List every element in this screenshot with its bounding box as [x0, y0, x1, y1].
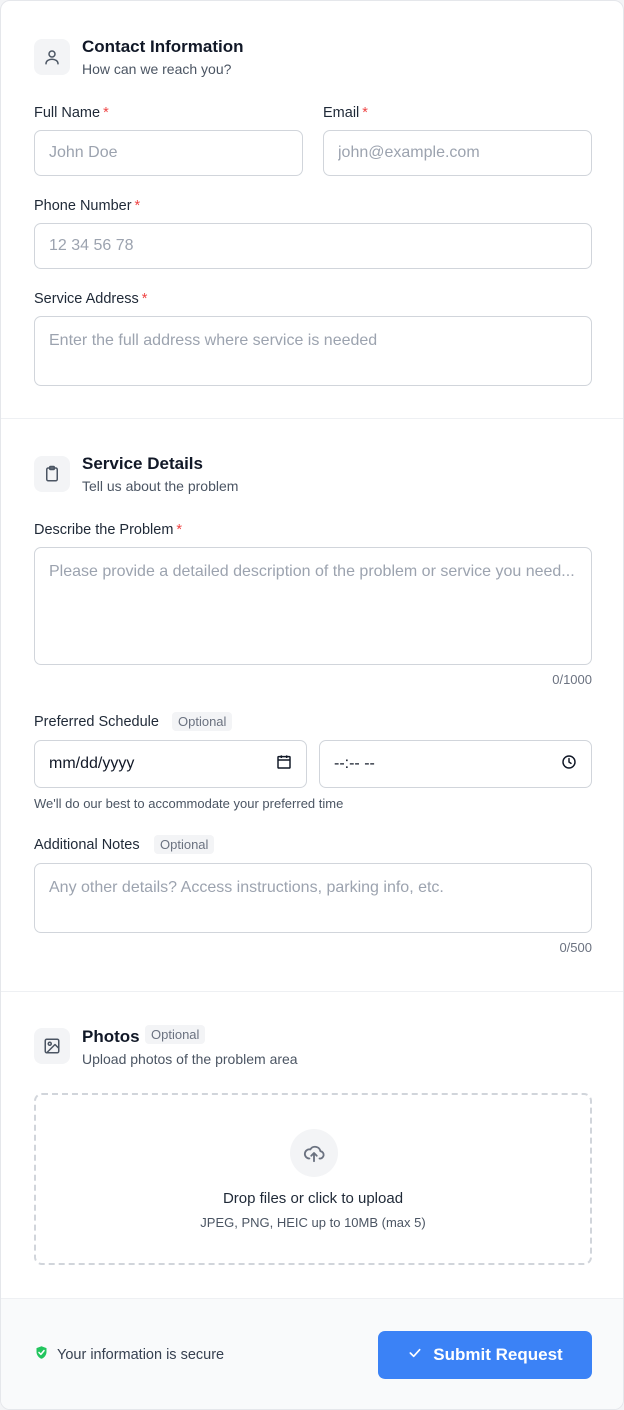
submit-request-button[interactable]: Submit Request	[378, 1331, 592, 1379]
problem-label: Describe the Problem *	[34, 522, 183, 538]
section-divider	[1, 991, 623, 992]
full-name-input[interactable]	[34, 130, 303, 176]
photos-section-title: Photos	[82, 1027, 140, 1046]
email-label: Email *	[323, 105, 368, 121]
full-name-label: Full Name *	[34, 105, 109, 121]
notes-textarea[interactable]	[34, 863, 592, 933]
service-section-title: Service Details	[82, 454, 203, 473]
cloud-upload-icon	[290, 1129, 338, 1177]
notes-optional-badge: Optional	[154, 835, 215, 854]
photo-dropzone[interactable]: Drop files or click to upload JPEG, PNG,…	[34, 1093, 592, 1265]
photos-optional-badge: Optional	[145, 1025, 206, 1044]
problem-textarea[interactable]	[34, 547, 592, 665]
contact-section-title: Contact Information	[82, 37, 244, 56]
schedule-optional-badge: Optional	[172, 712, 233, 731]
date-input-value: mm/dd/yyyy	[49, 755, 135, 772]
phone-label: Phone Number *	[34, 198, 141, 214]
time-input[interactable]: --:-- --	[319, 740, 592, 788]
image-icon	[34, 1028, 70, 1064]
clock-icon[interactable]	[561, 754, 577, 775]
time-input-value: --:-- --	[334, 755, 375, 772]
secure-text: Your information is secure	[57, 1346, 225, 1363]
dropzone-title: Drop files or click to upload	[222, 1190, 404, 1207]
check-icon	[407, 1345, 423, 1366]
service-section-subtitle: Tell us about the problem	[82, 478, 239, 494]
photos-section-subtitle: Upload photos of the problem area	[82, 1051, 298, 1067]
schedule-hint: We'll do our best to accommodate your pr…	[34, 796, 344, 811]
shield-check-icon	[34, 1345, 49, 1364]
calendar-icon[interactable]	[276, 754, 292, 775]
service-request-form: Contact Information How can we reach you…	[0, 0, 624, 1410]
phone-input[interactable]	[34, 223, 592, 269]
secure-notice: Your information is secure	[34, 1345, 224, 1364]
notes-char-counter: 0/500	[559, 940, 592, 955]
address-label: Service Address *	[34, 291, 148, 307]
user-icon	[34, 39, 70, 75]
problem-char-counter: 0/1000	[552, 672, 592, 687]
contact-section-subtitle: How can we reach you?	[82, 61, 232, 77]
address-textarea[interactable]	[34, 316, 592, 386]
section-divider	[1, 418, 623, 419]
schedule-label: Preferred Schedule	[34, 714, 159, 730]
submit-label: Submit Request	[433, 1345, 563, 1364]
email-input[interactable]	[323, 130, 592, 176]
date-input[interactable]: mm/dd/yyyy	[34, 740, 307, 788]
dropzone-subtitle: JPEG, PNG, HEIC up to 10MB (max 5)	[200, 1215, 426, 1230]
notes-label: Additional Notes	[34, 837, 140, 853]
clipboard-icon	[34, 456, 70, 492]
form-footer: Your information is secure Submit Reques…	[1, 1298, 623, 1409]
